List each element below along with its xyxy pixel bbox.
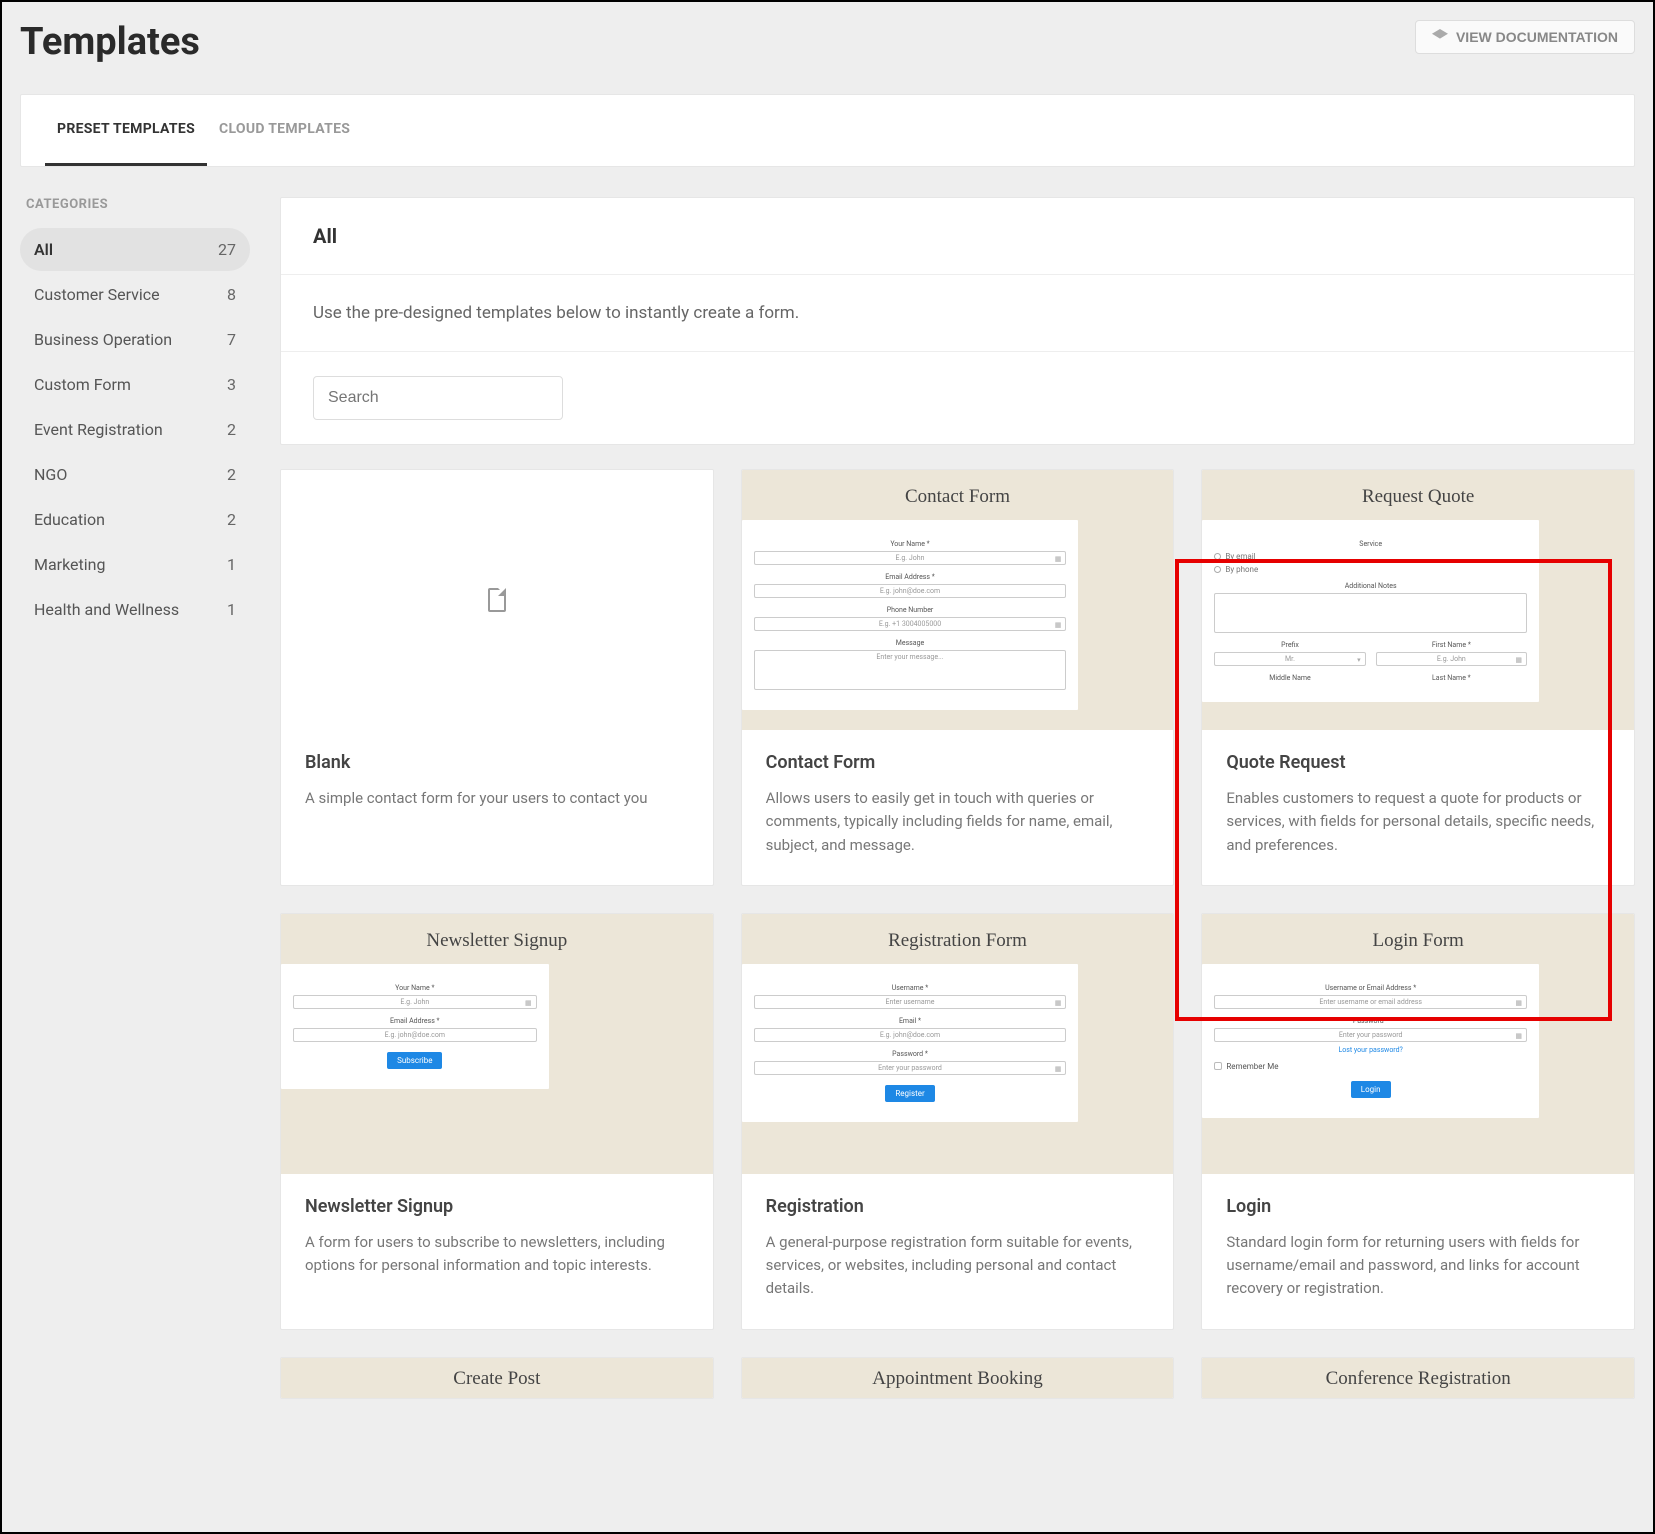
template-card[interactable]: Login FormUsername or Email Address *Ent… xyxy=(1201,913,1635,1330)
category-label: Customer Service xyxy=(34,285,160,304)
view-documentation-button[interactable]: VIEW DOCUMENTATION xyxy=(1415,20,1635,54)
template-preview: Login FormUsername or Email Address *Ent… xyxy=(1202,914,1634,1174)
category-item[interactable]: All 27 xyxy=(20,228,250,271)
main-panel: All Use the pre-designed templates below… xyxy=(280,197,1635,445)
template-preview: Newsletter SignupYour Name *E.g. John▦Em… xyxy=(281,914,713,1174)
sidebar: CATEGORIES All27Customer Service8Busines… xyxy=(20,197,250,1399)
category-count: 27 xyxy=(218,240,236,259)
category-item[interactable]: NGO 2 xyxy=(20,453,250,496)
template-card[interactable]: Conference Registration xyxy=(1201,1357,1635,1399)
category-count: 2 xyxy=(227,510,236,529)
preview-title: Login Form xyxy=(1202,930,1634,952)
category-count: 3 xyxy=(227,375,236,394)
preview-title: Newsletter Signup xyxy=(281,930,713,952)
template-description: A general-purpose registration form suit… xyxy=(766,1231,1150,1301)
template-title: Login xyxy=(1226,1196,1610,1217)
template-card[interactable]: Contact FormYour Name *E.g. John▦Email A… xyxy=(741,469,1175,886)
preview-title: Appointment Booking xyxy=(742,1368,1174,1390)
template-preview xyxy=(281,470,713,730)
view-documentation-label: VIEW DOCUMENTATION xyxy=(1456,29,1618,45)
category-label: All xyxy=(34,240,53,259)
category-count: 8 xyxy=(227,285,236,304)
tab-cloud-templates[interactable]: CLOUD TEMPLATES xyxy=(207,95,362,166)
template-description: Enables customers to request a quote for… xyxy=(1226,787,1610,857)
template-card[interactable]: Request QuoteServiceBy emailBy phoneAddi… xyxy=(1201,469,1635,886)
template-title: Registration xyxy=(766,1196,1150,1217)
category-item[interactable]: Health and Wellness 1 xyxy=(20,588,250,631)
category-item[interactable]: Customer Service 8 xyxy=(20,273,250,316)
search-input[interactable] xyxy=(313,376,563,420)
category-item[interactable]: Business Operation 7 xyxy=(20,318,250,361)
category-count: 1 xyxy=(227,600,236,619)
category-label: Event Registration xyxy=(34,420,163,439)
category-count: 1 xyxy=(227,555,236,574)
documentation-icon xyxy=(1432,29,1448,45)
template-preview: Appointment Booking xyxy=(742,1358,1174,1398)
template-title: Contact Form xyxy=(766,752,1150,773)
template-preview: Contact FormYour Name *E.g. John▦Email A… xyxy=(742,470,1174,730)
template-description: Standard login form for returning users … xyxy=(1226,1231,1610,1301)
template-preview: Request QuoteServiceBy emailBy phoneAddi… xyxy=(1202,470,1634,730)
template-title: Newsletter Signup xyxy=(305,1196,689,1217)
category-item[interactable]: Custom Form 3 xyxy=(20,363,250,406)
template-description: A simple contact form for your users to … xyxy=(305,787,689,810)
category-label: Marketing xyxy=(34,555,105,574)
category-label: Business Operation xyxy=(34,330,172,349)
category-count: 7 xyxy=(227,330,236,349)
section-description: Use the pre-designed templates below to … xyxy=(281,275,1634,352)
category-label: Education xyxy=(34,510,105,529)
tabs-container: PRESET TEMPLATES CLOUD TEMPLATES xyxy=(20,94,1635,167)
template-description: A form for users to subscribe to newslet… xyxy=(305,1231,689,1278)
file-icon xyxy=(488,588,506,612)
template-card[interactable]: Appointment Booking xyxy=(741,1357,1175,1399)
category-label: Custom Form xyxy=(34,375,131,394)
category-item[interactable]: Event Registration 2 xyxy=(20,408,250,451)
preview-title: Request Quote xyxy=(1202,486,1634,508)
template-description: Allows users to easily get in touch with… xyxy=(766,787,1150,857)
template-card[interactable]: Registration FormUsername *Enter usernam… xyxy=(741,913,1175,1330)
template-preview: Conference Registration xyxy=(1202,1358,1634,1398)
section-heading: All xyxy=(281,198,1634,275)
tab-preset-templates[interactable]: PRESET TEMPLATES xyxy=(45,95,207,166)
template-card[interactable]: Create Post xyxy=(280,1357,714,1399)
category-label: Health and Wellness xyxy=(34,600,179,619)
preview-title: Contact Form xyxy=(742,486,1174,508)
page-title: Templates xyxy=(20,20,200,64)
preview-title: Registration Form xyxy=(742,930,1174,952)
categories-heading: CATEGORIES xyxy=(20,197,250,212)
preview-title: Create Post xyxy=(281,1368,713,1390)
preview-title: Conference Registration xyxy=(1202,1368,1634,1390)
category-item[interactable]: Education 2 xyxy=(20,498,250,541)
category-count: 2 xyxy=(227,420,236,439)
template-title: Blank xyxy=(305,752,689,773)
template-card[interactable]: Newsletter SignupYour Name *E.g. John▦Em… xyxy=(280,913,714,1330)
template-preview: Registration FormUsername *Enter usernam… xyxy=(742,914,1174,1174)
category-label: NGO xyxy=(34,465,67,484)
template-preview: Create Post xyxy=(281,1358,713,1398)
category-item[interactable]: Marketing 1 xyxy=(20,543,250,586)
template-card[interactable]: Blank A simple contact form for your user… xyxy=(280,469,714,886)
category-count: 2 xyxy=(227,465,236,484)
template-title: Quote Request xyxy=(1226,752,1610,773)
